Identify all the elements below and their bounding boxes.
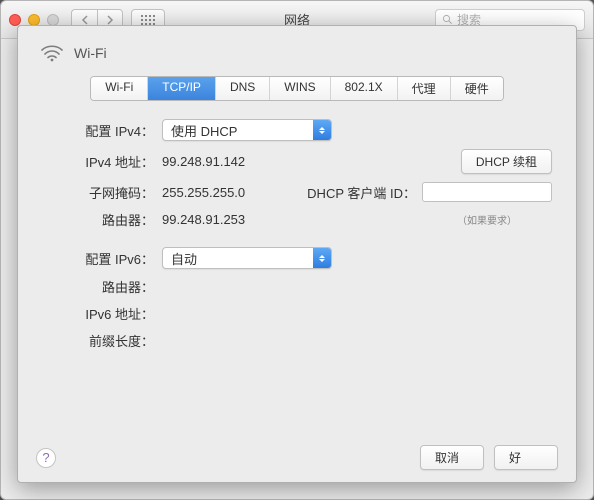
- close-icon[interactable]: [9, 14, 21, 26]
- cancel-button[interactable]: 取消: [420, 445, 484, 470]
- ipv6-address-label: IPv6 地址：: [42, 304, 162, 323]
- panel-header: Wi-Fi: [40, 44, 558, 62]
- dhcp-renew-button[interactable]: DHCP 续租: [461, 149, 552, 174]
- ipv6-config-value: 自动: [163, 249, 313, 268]
- ipv4-config-select[interactable]: 使用 DHCP: [162, 119, 332, 141]
- ipv4-config-value: 使用 DHCP: [163, 121, 313, 140]
- ipv4-address-value: 99.248.91.142: [162, 154, 245, 169]
- tab-wins[interactable]: WINS: [270, 77, 330, 100]
- grid-icon: [141, 15, 155, 25]
- wifi-icon: [40, 44, 64, 62]
- ipv4-router-value: 99.248.91.253: [162, 212, 245, 227]
- preferences-window: 网络 搜索 Wi-Fi Wi-Fi TCP/IP DNS WINS 802.1X: [0, 0, 594, 500]
- dhcp-client-id-input[interactable]: [422, 182, 552, 202]
- tab-wifi[interactable]: Wi-Fi: [91, 77, 148, 100]
- dhcp-client-id-hint: （如果要求）: [422, 212, 552, 227]
- subnet-label: 子网掩码：: [42, 183, 162, 202]
- ipv4-address-label: IPv4 地址：: [42, 152, 162, 171]
- dhcp-client-id-label: DHCP 客户端 ID：: [307, 183, 416, 202]
- ipv6-config-label: 配置 IPv6：: [42, 249, 162, 268]
- help-button[interactable]: ?: [36, 448, 56, 468]
- ipv4-router-label: 路由器：: [42, 210, 162, 229]
- minimize-icon[interactable]: [28, 14, 40, 26]
- chevron-updown-icon: [313, 120, 331, 140]
- help-icon: ?: [42, 450, 49, 465]
- form-area: 配置 IPv4： 使用 DHCP IPv4 地址： 99.248.91.142 …: [36, 119, 558, 437]
- ipv6-config-select[interactable]: 自动: [162, 247, 332, 269]
- panel-header-label: Wi-Fi: [74, 45, 107, 61]
- ok-button[interactable]: 好: [494, 445, 558, 470]
- maximize-icon: [47, 14, 59, 26]
- ipv6-prefix-label: 前缀长度：: [42, 331, 162, 350]
- chevron-left-icon: [81, 15, 89, 25]
- tab-tcpip[interactable]: TCP/IP: [148, 77, 216, 100]
- sheet-footer: ? 取消 好: [36, 437, 558, 470]
- search-icon: [442, 14, 453, 25]
- ipv6-router-label: 路由器：: [42, 277, 162, 296]
- tab-8021x[interactable]: 802.1X: [331, 77, 398, 100]
- tabs: Wi-Fi TCP/IP DNS WINS 802.1X 代理 硬件: [90, 76, 503, 101]
- traffic-lights: [9, 14, 59, 26]
- subnet-value: 255.255.255.0: [162, 185, 272, 200]
- chevron-updown-icon: [313, 248, 331, 268]
- tab-proxy[interactable]: 代理: [398, 77, 451, 100]
- tab-dns[interactable]: DNS: [216, 77, 270, 100]
- tab-hardware[interactable]: 硬件: [451, 77, 503, 100]
- ipv4-config-label: 配置 IPv4：: [42, 121, 162, 140]
- network-advanced-sheet: Wi-Fi Wi-Fi TCP/IP DNS WINS 802.1X 代理 硬件…: [17, 25, 577, 483]
- chevron-right-icon: [106, 15, 114, 25]
